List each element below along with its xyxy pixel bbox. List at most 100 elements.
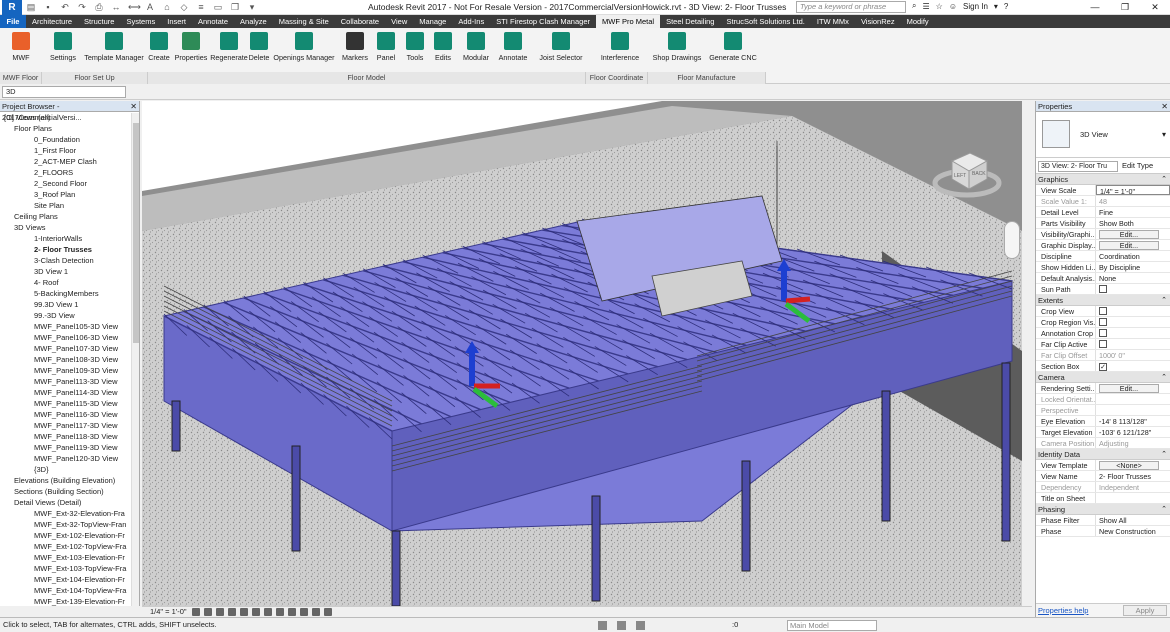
browser-item[interactable]: MWF_Panel115-3D View [0, 398, 139, 409]
section-phasing[interactable]: Phasing ⌃ [1036, 504, 1170, 515]
tab-mwf-pro-metal[interactable]: MWF Pro Metal [596, 15, 661, 28]
property-value[interactable]: Edit... [1096, 229, 1170, 239]
default-3d-view-icon[interactable]: ⌂ [162, 2, 172, 12]
browser-item[interactable]: Floor Plans [0, 123, 139, 134]
property-value[interactable]: Show All [1096, 515, 1170, 525]
browser-item[interactable]: 1_First Floor [0, 145, 139, 156]
close-icon[interactable]: ✕ [1161, 101, 1168, 112]
collapse-icon[interactable]: ⌃ [1161, 372, 1167, 383]
text-icon[interactable]: A [145, 2, 155, 12]
viewport-scrollbar[interactable] [1022, 101, 1032, 606]
reveal-hidden-icon[interactable] [300, 608, 308, 616]
browser-item[interactable]: 4- Roof [0, 277, 139, 288]
tab-view[interactable]: View [385, 15, 413, 28]
browser-item[interactable]: MWF_Ext-104-Elevation-Fr [0, 574, 139, 585]
collapse-icon[interactable]: ⌃ [1161, 174, 1167, 185]
section-identity-data[interactable]: Identity Data ⌃ [1036, 449, 1170, 460]
browser-item[interactable]: MWF_Ext-102-Elevation-Fr [0, 530, 139, 541]
apply-button[interactable]: Apply [1123, 605, 1167, 616]
measure-icon[interactable]: ↔ [111, 2, 121, 12]
collapse-icon[interactable]: ⌃ [1161, 504, 1167, 515]
delete-button[interactable]: Delete [248, 30, 270, 70]
section-graphics[interactable]: Graphics ⌃ [1036, 174, 1170, 185]
property-value[interactable]: Coordination [1096, 251, 1170, 261]
sign-in-link[interactable]: Sign In [963, 2, 988, 11]
browser-item[interactable]: 99.3D View 1 [0, 299, 139, 310]
section-camera[interactable]: Camera ⌃ [1036, 372, 1170, 383]
browser-item[interactable]: 2- Floor Trusses [0, 244, 139, 255]
browser-item[interactable]: MWF_Panel119-3D View [0, 442, 139, 453]
project-browser-scrollbar[interactable] [131, 113, 139, 606]
joist-selector-button[interactable]: Joist Selector [538, 30, 584, 70]
browser-item[interactable]: MWF_Panel109-3D View [0, 365, 139, 376]
revit-app-icon[interactable]: R [2, 0, 22, 15]
sun-path-icon[interactable] [216, 608, 224, 616]
property-value[interactable] [1096, 339, 1170, 349]
template-manager-button[interactable]: Template Manager [82, 30, 146, 70]
browser-item[interactable]: MWF_Panel108-3D View [0, 354, 139, 365]
browser-item[interactable]: MWF_Panel113-3D View [0, 376, 139, 387]
tab-itw-mmx[interactable]: ITW MMx [811, 15, 855, 28]
tab-annotate[interactable]: Annotate [192, 15, 234, 28]
edit-button[interactable]: Edit... [1099, 384, 1159, 393]
tab-structure[interactable]: Structure [78, 15, 120, 28]
browser-item[interactable]: MWF_Ext-32-TopView-Fran [0, 519, 139, 530]
rendering-icon[interactable] [240, 608, 248, 616]
checkbox[interactable] [1099, 329, 1107, 337]
edit-button[interactable]: Edit... [1099, 241, 1159, 250]
browser-item[interactable]: MWF_Panel107-3D View [0, 343, 139, 354]
viewcube[interactable]: LEFT BACK [932, 141, 1002, 203]
view-scale[interactable]: 1/4" = 1'-0" [150, 607, 187, 617]
regenerate-button[interactable]: Regenerate [210, 30, 248, 70]
search-input[interactable]: Type a keyword or phrase [796, 1, 906, 13]
undo-icon[interactable]: ↶ [60, 2, 70, 12]
panel-floor-set-up[interactable]: Floor Set Up [42, 72, 148, 84]
property-value[interactable]: <None> [1096, 460, 1170, 470]
property-value[interactable]: 2- Floor Trusses [1096, 471, 1170, 481]
browser-item[interactable]: 3D View 1 [0, 266, 139, 277]
collapse-icon[interactable]: ⌃ [1161, 295, 1167, 306]
tools-button[interactable]: Tools [404, 30, 426, 70]
browser-item[interactable]: {3D} [0, 464, 139, 475]
viewcube-back-face[interactable]: BACK [972, 171, 986, 177]
type-selector-dropdown[interactable]: 3D [2, 86, 126, 98]
dimension-icon[interactable]: ⟷ [128, 2, 141, 12]
tab-visionrez[interactable]: VisionRez [855, 15, 901, 28]
close-icon[interactable]: ✕ [130, 101, 137, 112]
tab-add-ins[interactable]: Add-Ins [452, 15, 490, 28]
browser-item[interactable]: MWF_Ext-102-TopView-Fra [0, 541, 139, 552]
browser-item[interactable]: MWF_Panel116-3D View [0, 409, 139, 420]
markers-button[interactable]: Markers [340, 30, 370, 70]
browser-item[interactable]: 5-BackingMembers [0, 288, 139, 299]
print-icon[interactable]: ⎙ [94, 2, 104, 12]
browser-item[interactable]: Elevations (Building Elevation) [0, 475, 139, 486]
browser-item[interactable]: Ceiling Plans [0, 211, 139, 222]
highlight-displacement-icon[interactable] [324, 608, 332, 616]
tab-file[interactable]: File [0, 15, 26, 28]
browser-item[interactable]: Site Plan [0, 200, 139, 211]
property-value[interactable] [1096, 328, 1170, 338]
communication-icon[interactable]: ☰ [922, 2, 929, 11]
search-icon[interactable]: ⌕ [912, 1, 916, 11]
checkbox[interactable] [1099, 340, 1107, 348]
panel-floor-coordinate[interactable]: Floor Coordinate [586, 72, 648, 84]
minimize-icon[interactable]: — [1080, 0, 1110, 15]
browser-item[interactable]: MWF_Ext-32-Elevation-Fra [0, 508, 139, 519]
property-value[interactable]: Edit... [1096, 383, 1170, 393]
checkbox[interactable] [1099, 285, 1107, 293]
customize-qat-icon[interactable]: ▾ [247, 2, 257, 12]
settings-button[interactable]: Settings [48, 30, 78, 70]
tab-insert[interactable]: Insert [161, 15, 192, 28]
browser-item[interactable]: MWF_Panel105-3D View [0, 321, 139, 332]
openings-manager-button[interactable]: Openings Manager [272, 30, 336, 70]
selection-links-icon[interactable] [636, 621, 645, 630]
visual-style-icon[interactable] [204, 608, 212, 616]
properties-button[interactable]: Properties [174, 30, 208, 70]
redo-icon[interactable]: ↷ [77, 2, 87, 12]
property-value[interactable]: New Construction [1096, 526, 1170, 536]
tab-collaborate[interactable]: Collaborate [335, 15, 385, 28]
property-value[interactable]: ✓ [1096, 361, 1170, 371]
dropdown-arrow-icon[interactable]: ▾ [994, 2, 998, 11]
browser-item[interactable]: 3_Roof Plan [0, 189, 139, 200]
tab-architecture[interactable]: Architecture [26, 15, 78, 28]
